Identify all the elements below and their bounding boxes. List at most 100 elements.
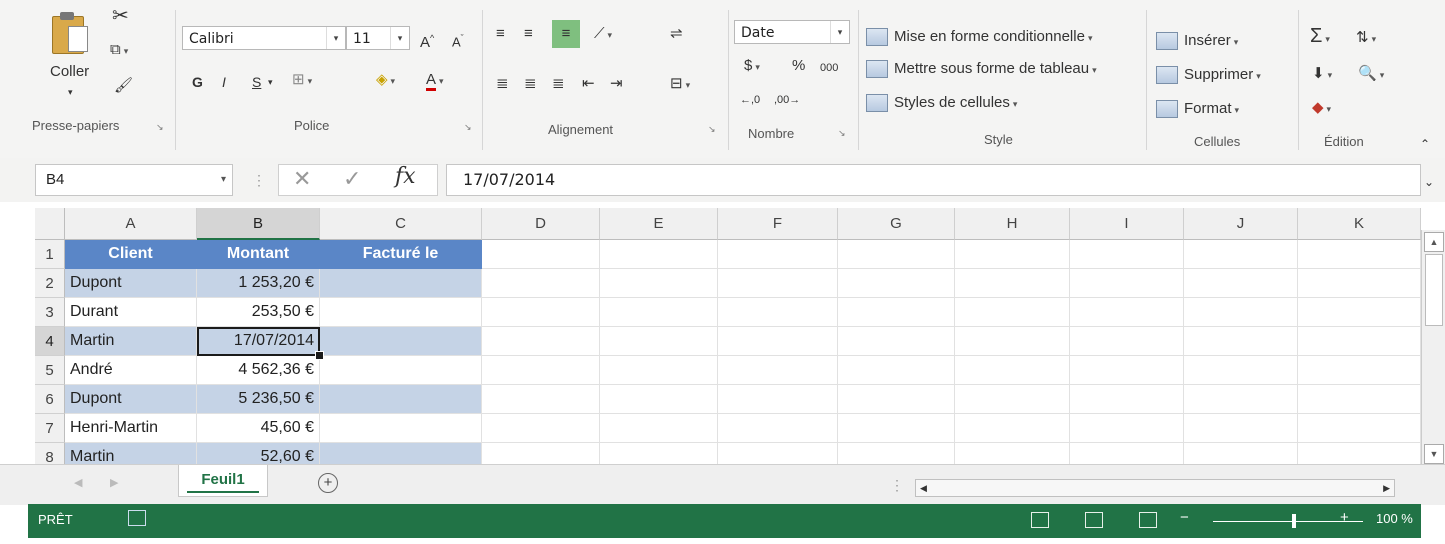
column-header[interactable]: G	[838, 208, 955, 240]
empty-cell[interactable]	[838, 443, 955, 464]
empty-cell[interactable]	[1070, 356, 1184, 385]
expand-formula-bar-icon[interactable]: ⌄	[1424, 172, 1434, 192]
empty-cell[interactable]	[1184, 356, 1298, 385]
underline-button[interactable]: S	[252, 72, 261, 92]
empty-cell[interactable]	[718, 269, 838, 298]
empty-cell[interactable]	[1184, 269, 1298, 298]
formula-input[interactable]: 17/07/2014	[446, 164, 1421, 196]
copy-icon[interactable]: ⧉ ▾	[110, 40, 128, 61]
scroll-down-icon[interactable]: ▼	[1424, 444, 1444, 464]
column-header[interactable]: E	[600, 208, 718, 240]
clipboard-launcher-icon[interactable]: ↘	[156, 122, 164, 133]
empty-cell[interactable]	[1184, 414, 1298, 443]
empty-cell[interactable]	[838, 414, 955, 443]
row-header[interactable]: 4	[35, 327, 65, 356]
empty-cell[interactable]	[718, 356, 838, 385]
table-header-cell[interactable]: Facturé le	[320, 240, 482, 269]
empty-cell[interactable]	[718, 443, 838, 464]
empty-cell[interactable]	[600, 356, 718, 385]
align-middle-icon[interactable]: ≡	[524, 24, 533, 44]
empty-cell[interactable]	[955, 269, 1070, 298]
alignment-launcher-icon[interactable]: ↘	[708, 124, 716, 135]
underline-dropdown-icon[interactable]: ▾	[268, 72, 273, 92]
empty-cell[interactable]	[1184, 443, 1298, 464]
tab-split-handle[interactable]: ⋮	[890, 475, 904, 495]
row-header[interactable]: 7	[35, 414, 65, 443]
empty-cell[interactable]	[955, 385, 1070, 414]
empty-cell[interactable]	[482, 298, 600, 327]
clear-icon[interactable]: ◆ ▾	[1312, 98, 1331, 119]
paste-dropdown-icon[interactable]: ▾	[68, 82, 73, 102]
borders-icon[interactable]: ⊞ ▾	[292, 70, 312, 91]
scroll-thumb[interactable]	[1425, 254, 1443, 326]
bold-button[interactable]: G	[192, 72, 203, 92]
empty-cell[interactable]	[1298, 443, 1421, 464]
font-color-icon[interactable]: A ▾	[426, 70, 444, 91]
page-layout-view-icon[interactable]	[1085, 512, 1103, 528]
chevron-down-icon[interactable]: ▾	[326, 27, 345, 49]
empty-cell[interactable]	[718, 240, 838, 269]
column-header[interactable]: F	[718, 208, 838, 240]
table-cell[interactable]	[320, 269, 482, 298]
empty-cell[interactable]	[1184, 298, 1298, 327]
column-header[interactable]: B	[197, 208, 320, 240]
page-break-view-icon[interactable]	[1139, 512, 1157, 528]
empty-cell[interactable]	[600, 414, 718, 443]
empty-cell[interactable]	[1184, 240, 1298, 269]
empty-cell[interactable]	[482, 356, 600, 385]
empty-cell[interactable]	[482, 327, 600, 356]
font-launcher-icon[interactable]: ↘	[464, 122, 472, 133]
column-header[interactable]: A	[65, 208, 197, 240]
table-cell[interactable]: Dupont	[65, 385, 197, 414]
empty-cell[interactable]	[1070, 443, 1184, 464]
table-cell[interactable]: Martin	[65, 443, 197, 464]
empty-cell[interactable]	[838, 356, 955, 385]
format-as-table-button[interactable]: Mettre sous forme de tableau ▾	[866, 60, 1097, 79]
chevron-down-icon[interactable]: ▾	[221, 165, 226, 195]
empty-cell[interactable]	[482, 414, 600, 443]
empty-cell[interactable]	[1298, 327, 1421, 356]
table-cell[interactable]: Henri-Martin	[65, 414, 197, 443]
table-cell[interactable]: 45,60 €	[197, 414, 320, 443]
conditional-formatting-button[interactable]: Mise en forme conditionnelle ▾	[866, 28, 1092, 47]
row-header[interactable]: 2	[35, 269, 65, 298]
table-cell[interactable]	[320, 298, 482, 327]
table-cell[interactable]: Martin	[65, 327, 197, 356]
autosum-icon[interactable]: Σ ▾	[1310, 26, 1330, 49]
column-header[interactable]: D	[482, 208, 600, 240]
next-sheet-icon[interactable]: ▶	[110, 473, 118, 493]
align-top-icon[interactable]: ≡	[496, 24, 505, 44]
empty-cell[interactable]	[600, 443, 718, 464]
column-header[interactable]: K	[1298, 208, 1421, 240]
percent-button[interactable]: %	[792, 56, 805, 76]
wrap-text-icon[interactable]: ⇌	[670, 24, 683, 44]
empty-cell[interactable]	[955, 443, 1070, 464]
add-sheet-icon[interactable]: +	[318, 473, 338, 493]
empty-cell[interactable]	[1298, 240, 1421, 269]
table-header-cell[interactable]: Client	[65, 240, 197, 269]
row-header[interactable]: 6	[35, 385, 65, 414]
number-format-combo[interactable]: Date ▾	[734, 20, 850, 44]
empty-cell[interactable]	[838, 327, 955, 356]
currency-button[interactable]: $ ▾	[744, 56, 760, 77]
table-cell[interactable]: 253,50 €	[197, 298, 320, 327]
table-cell[interactable]: 5 236,50 €	[197, 385, 320, 414]
table-cell[interactable]: 4 562,36 €	[197, 356, 320, 385]
table-cell[interactable]: 52,60 €	[197, 443, 320, 464]
insert-function-icon[interactable]: fx	[395, 166, 416, 188]
empty-cell[interactable]	[1070, 269, 1184, 298]
empty-cell[interactable]	[1184, 327, 1298, 356]
empty-cell[interactable]	[1070, 414, 1184, 443]
italic-button[interactable]: I	[222, 72, 226, 92]
enter-icon[interactable]: ✓	[343, 168, 361, 190]
decrease-indent-icon[interactable]: ⇤	[582, 74, 595, 94]
empty-cell[interactable]	[482, 443, 600, 464]
empty-cell[interactable]	[955, 414, 1070, 443]
empty-cell[interactable]	[838, 385, 955, 414]
merge-center-icon[interactable]: ⊟ ▾	[670, 74, 690, 95]
empty-cell[interactable]	[1070, 298, 1184, 327]
find-select-icon[interactable]: 🔍 ▾	[1358, 64, 1384, 85]
empty-cell[interactable]	[955, 298, 1070, 327]
empty-cell[interactable]	[1298, 269, 1421, 298]
horizontal-scrollbar[interactable]: ◀ ▶	[915, 479, 1395, 497]
